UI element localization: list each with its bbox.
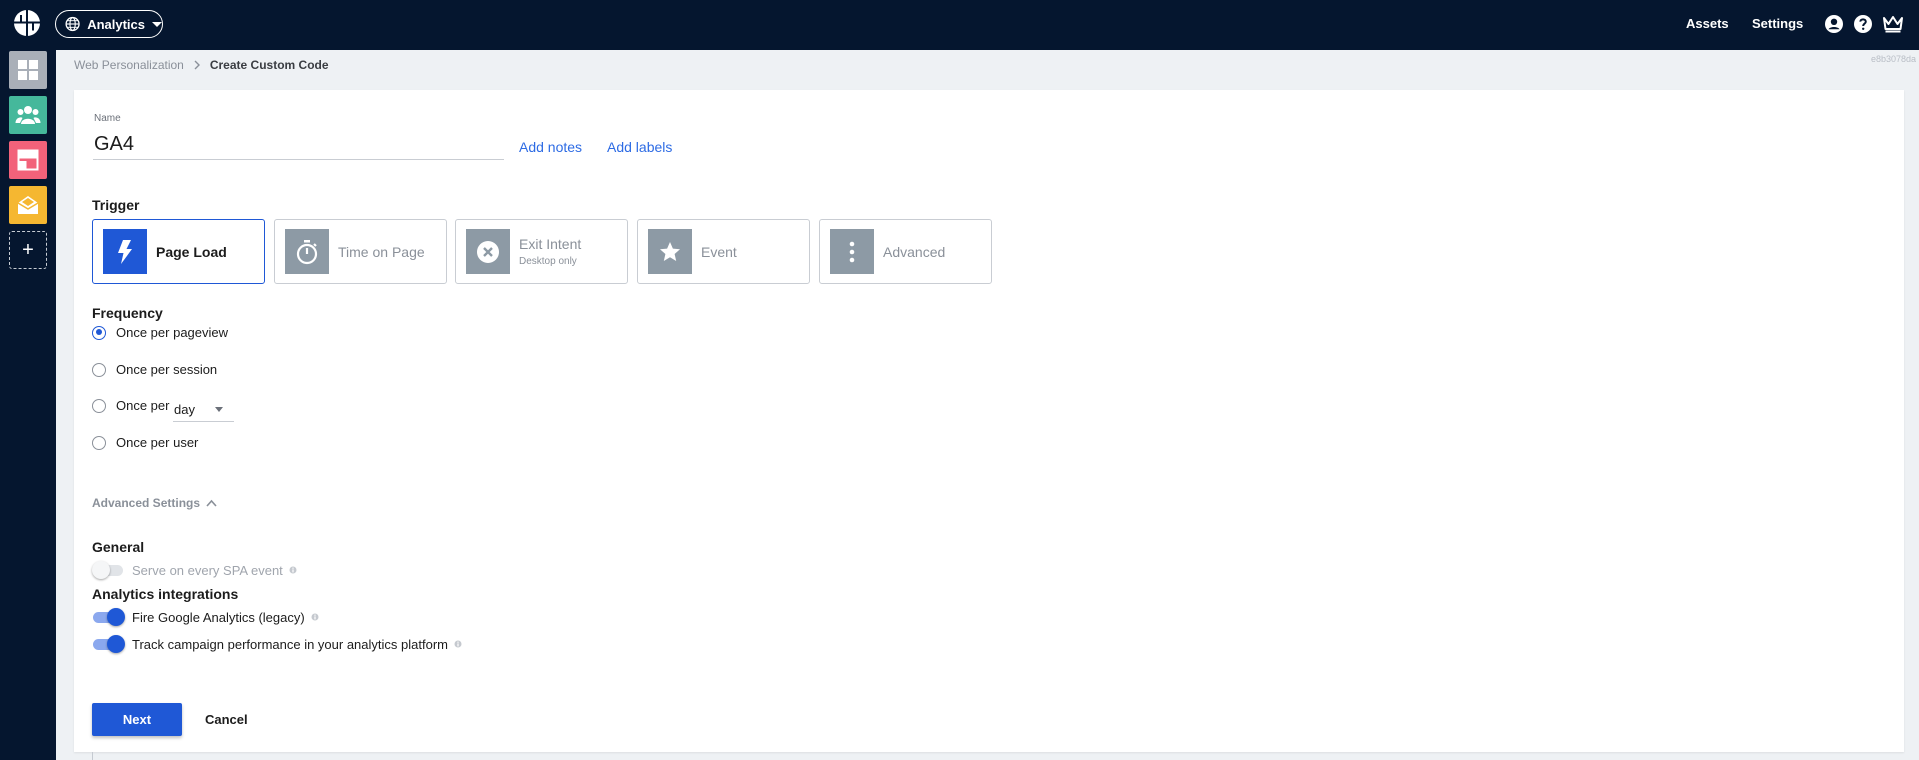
trigger-section-label: Trigger [92,197,140,213]
trigger-sublabel: Desktop only [519,256,577,267]
card-divider [92,752,93,760]
sidebar-item-audiences[interactable] [9,96,47,134]
chevron-up-icon [206,499,217,507]
breadcrumb-parent-link[interactable]: Web Personalization [74,58,184,72]
radio-button[interactable] [92,435,106,450]
ga-legacy-row: Fire Google Analytics (legacy) [92,608,319,626]
layout-icon [17,149,39,171]
radio-label: Once per session [116,362,218,377]
radio-label: Once per [116,398,170,413]
star-icon [660,241,680,261]
trigger-advanced[interactable]: Advanced [819,219,992,284]
grid-icon [18,60,38,80]
frequency-option-pageview[interactable]: Once per pageview [92,325,228,340]
add-app-button[interactable]: + [9,231,47,269]
frequency-option-user[interactable]: Once per user [92,435,198,450]
radio-label: Once per user [116,435,199,450]
frequency-option-session[interactable]: Once per session [92,362,217,377]
app-switcher-label: Analytics [87,16,145,32]
advanced-settings-label: Advanced Settings [92,496,201,510]
breadcrumb: Web Personalization Create Custom Code [74,58,329,72]
user-icon[interactable] [1824,14,1844,34]
chevron-down-icon [215,407,223,412]
close-circle-icon [477,240,499,263]
name-label: Name [94,113,121,124]
trigger-tile [648,229,692,274]
dots-vertical-icon [849,241,855,262]
help-icon[interactable] [1853,14,1873,34]
cancel-button[interactable]: Cancel [205,712,248,727]
frequency-section-label: Frequency [92,305,163,321]
trigger-label: Event [701,244,737,260]
add-labels-link[interactable]: Add labels [607,139,672,155]
trigger-label: Time on Page [338,244,425,260]
sidebar-item-dashboard[interactable] [9,51,47,89]
crown-icon[interactable] [1882,14,1904,34]
period-select[interactable]: day [173,396,234,422]
trigger-time-on-page[interactable]: Time on Page [274,219,447,284]
frequency-option-period[interactable]: Once per [92,398,169,413]
app-switcher-button[interactable]: Analytics [55,10,163,38]
spa-toggle[interactable] [92,561,125,579]
chevron-down-icon [152,21,162,27]
ga-legacy-toggle[interactable] [92,608,125,626]
spa-setting-row: Serve on every SPA event [92,561,297,579]
spa-label: Serve on every SPA event [132,562,283,578]
top-bar: Analytics Assets Settings [0,0,1919,50]
bolt-icon [118,239,132,264]
nav-settings-link[interactable]: Settings [1752,16,1803,31]
trigger-exit-intent[interactable]: Exit Intent Desktop only [455,219,628,284]
envelope-icon [17,196,39,214]
trigger-tile [466,229,510,274]
trigger-page-load[interactable]: Page Load [92,219,265,284]
sidebar-item-email[interactable] [9,186,47,224]
period-select-value: day [174,402,195,417]
build-id: e8b3078da [1870,54,1916,64]
logo-icon[interactable] [13,9,41,37]
trigger-tile [285,229,329,274]
radio-button[interactable] [92,325,106,340]
chevron-right-icon [194,60,200,70]
radio-button[interactable] [92,362,106,377]
name-input[interactable] [93,130,504,160]
next-button[interactable]: Next [92,703,182,736]
campaign-tracking-row: Track campaign performance in your analy… [92,635,462,653]
campaign-tracking-toggle[interactable] [92,635,125,653]
radio-button[interactable] [92,398,106,413]
trigger-label: Advanced [883,244,946,260]
info-icon[interactable] [311,613,319,621]
trigger-label: Page Load [156,244,227,260]
trigger-label: Exit Intent [519,236,582,252]
general-section-label: General [92,539,145,555]
radio-label: Once per pageview [116,325,229,340]
nav-assets-link[interactable]: Assets [1686,16,1729,31]
trigger-tile [830,229,874,274]
info-icon[interactable] [289,566,297,574]
info-icon[interactable] [454,640,462,648]
people-icon [15,106,41,124]
add-notes-link[interactable]: Add notes [519,139,582,155]
trigger-tile [103,229,147,274]
ga-legacy-label: Fire Google Analytics (legacy) [132,609,305,625]
breadcrumb-current: Create Custom Code [209,58,329,72]
stopwatch-icon [296,239,318,264]
advanced-settings-toggle[interactable]: Advanced Settings [92,496,217,510]
left-rail: + [0,50,56,760]
trigger-event[interactable]: Event [637,219,810,284]
globe-icon [65,16,80,32]
campaign-tracking-label: Track campaign performance in your analy… [132,636,448,652]
analytics-section-label: Analytics integrations [92,586,239,602]
sidebar-item-web-personalization[interactable] [9,141,47,179]
